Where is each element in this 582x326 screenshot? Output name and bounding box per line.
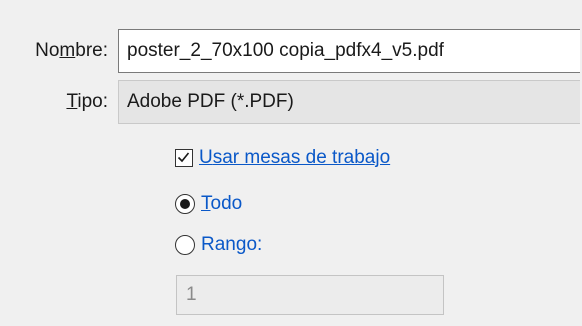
range-option[interactable]: Rango:	[175, 234, 262, 256]
all-radio[interactable]	[175, 194, 195, 214]
filename-input[interactable]: poster_2_70x100 copia_pdfx4_v5.pdf	[118, 29, 580, 73]
filename-value: poster_2_70x100 copia_pdfx4_v5.pdf	[127, 40, 444, 61]
all-option[interactable]: Todo	[175, 193, 242, 215]
filetype-value: Adobe PDF (*.PDF)	[127, 91, 294, 112]
use-artboards-label[interactable]: Usar mesas de trabajo	[199, 147, 390, 169]
checkmark-icon	[177, 152, 190, 163]
use-artboards-checkbox[interactable]	[175, 149, 193, 167]
range-radio[interactable]	[175, 235, 195, 255]
filetype-label: Tipo:	[66, 91, 108, 112]
filetype-select[interactable]: Adobe PDF (*.PDF)	[118, 80, 580, 124]
all-label[interactable]: Todo	[201, 193, 242, 215]
range-label[interactable]: Rango:	[201, 234, 262, 256]
range-value: 1	[186, 284, 197, 305]
filetype-row: Tipo: Adobe PDF (*.PDF)	[0, 80, 580, 124]
filename-row: Nombre: poster_2_70x100 copia_pdfx4_v5.p…	[0, 29, 580, 73]
use-artboards-option[interactable]: Usar mesas de trabajo	[175, 147, 390, 169]
filename-label: Nombre:	[35, 40, 108, 61]
range-input[interactable]: 1	[176, 275, 444, 315]
